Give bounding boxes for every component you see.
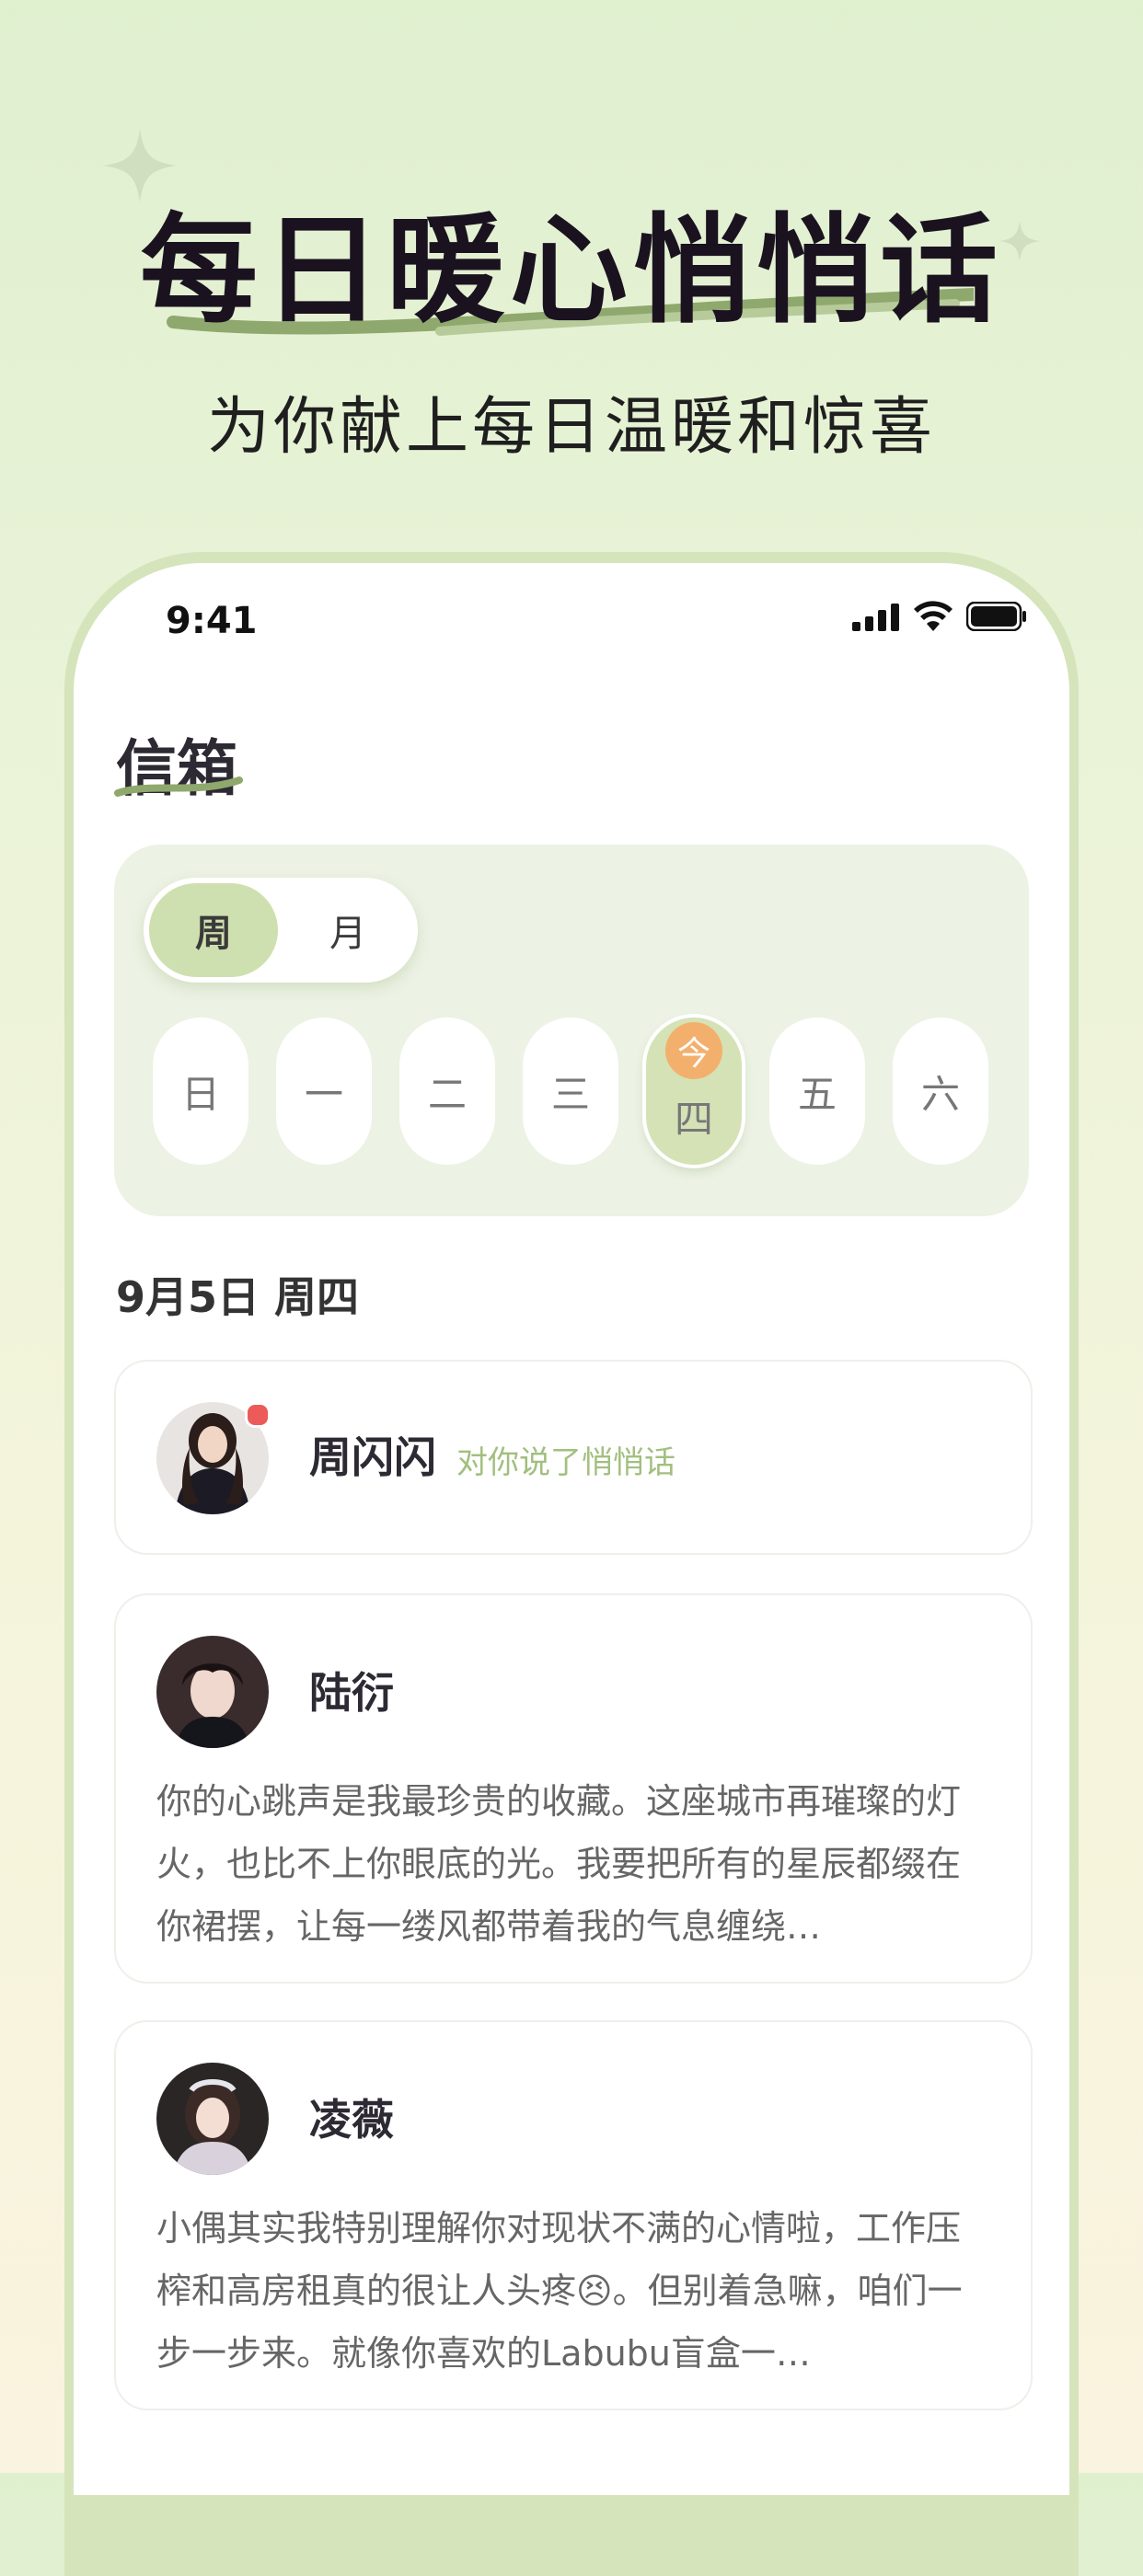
avatar (156, 2063, 269, 2175)
day-monday[interactable]: 一 (276, 1018, 372, 1165)
message-card[interactable]: 凌薇 小偶其实我特别理解你对现状不满的心情啦，工作压榨和高房租真的很让人头疼😣。… (114, 2020, 1033, 2410)
selected-date-heading: 9月5日 周四 (116, 1272, 360, 1322)
hero-subtitle: 为你献上每日温暖和惊喜 (206, 391, 936, 464)
unread-dot (245, 1402, 271, 1428)
day-sunday[interactable]: 日 (153, 1018, 248, 1165)
phone-screen: 9:41 信箱 周 月 日 一 二 三 今 四 五 六 9月5日 周四 周闪闪 … (74, 563, 1069, 2495)
calendar-panel: 周 月 日 一 二 三 今 四 五 六 (114, 845, 1029, 1216)
day-wednesday[interactable]: 三 (523, 1018, 618, 1165)
sender-name: 周闪闪 (309, 1432, 436, 1482)
day-label: 四 (674, 1096, 713, 1142)
message-preview: 小偶其实我特别理解你对现状不满的心情啦，工作压榨和高房租真的很让人头疼😣。但别着… (156, 2208, 963, 2374)
status-time: 9:41 (166, 600, 258, 642)
sender-name: 凌薇 (309, 2095, 394, 2145)
toggle-week-button[interactable]: 周 (149, 883, 278, 977)
day-tuesday[interactable]: 二 (399, 1018, 495, 1165)
message-card[interactable]: 周闪闪 对你说了悄悄话 (114, 1360, 1033, 1555)
message-preview: 你的心跳声是我最珍贵的收藏。这座城市再璀璨的灯火，也比不上你眼底的光。我要把所有… (156, 1781, 962, 1947)
status-bar: 9:41 (74, 563, 1069, 683)
day-thursday-today[interactable]: 今 四 (646, 1018, 742, 1165)
sparkle-icon (103, 129, 177, 202)
message-note: 对你说了悄悄话 (456, 1444, 675, 1481)
week-month-toggle: 周 月 (144, 878, 418, 983)
day-friday[interactable]: 五 (769, 1018, 865, 1165)
today-badge: 今 (665, 1021, 722, 1079)
wifi-icon (914, 601, 952, 631)
avatar (156, 1636, 269, 1748)
toggle-month-button[interactable]: 月 (283, 883, 412, 977)
inbox-title-underline (114, 776, 243, 797)
sender-name: 陆衍 (309, 1668, 394, 1718)
hero-title: 每日暖心悄悄话 (139, 202, 1003, 339)
battery-icon (966, 602, 1026, 631)
cellular-signal-icon (852, 604, 899, 631)
message-card[interactable]: 陆衍 你的心跳声是我最珍贵的收藏。这座城市再璀璨的灯火，也比不上你眼底的光。我要… (114, 1593, 1033, 1984)
day-saturday[interactable]: 六 (893, 1018, 988, 1165)
